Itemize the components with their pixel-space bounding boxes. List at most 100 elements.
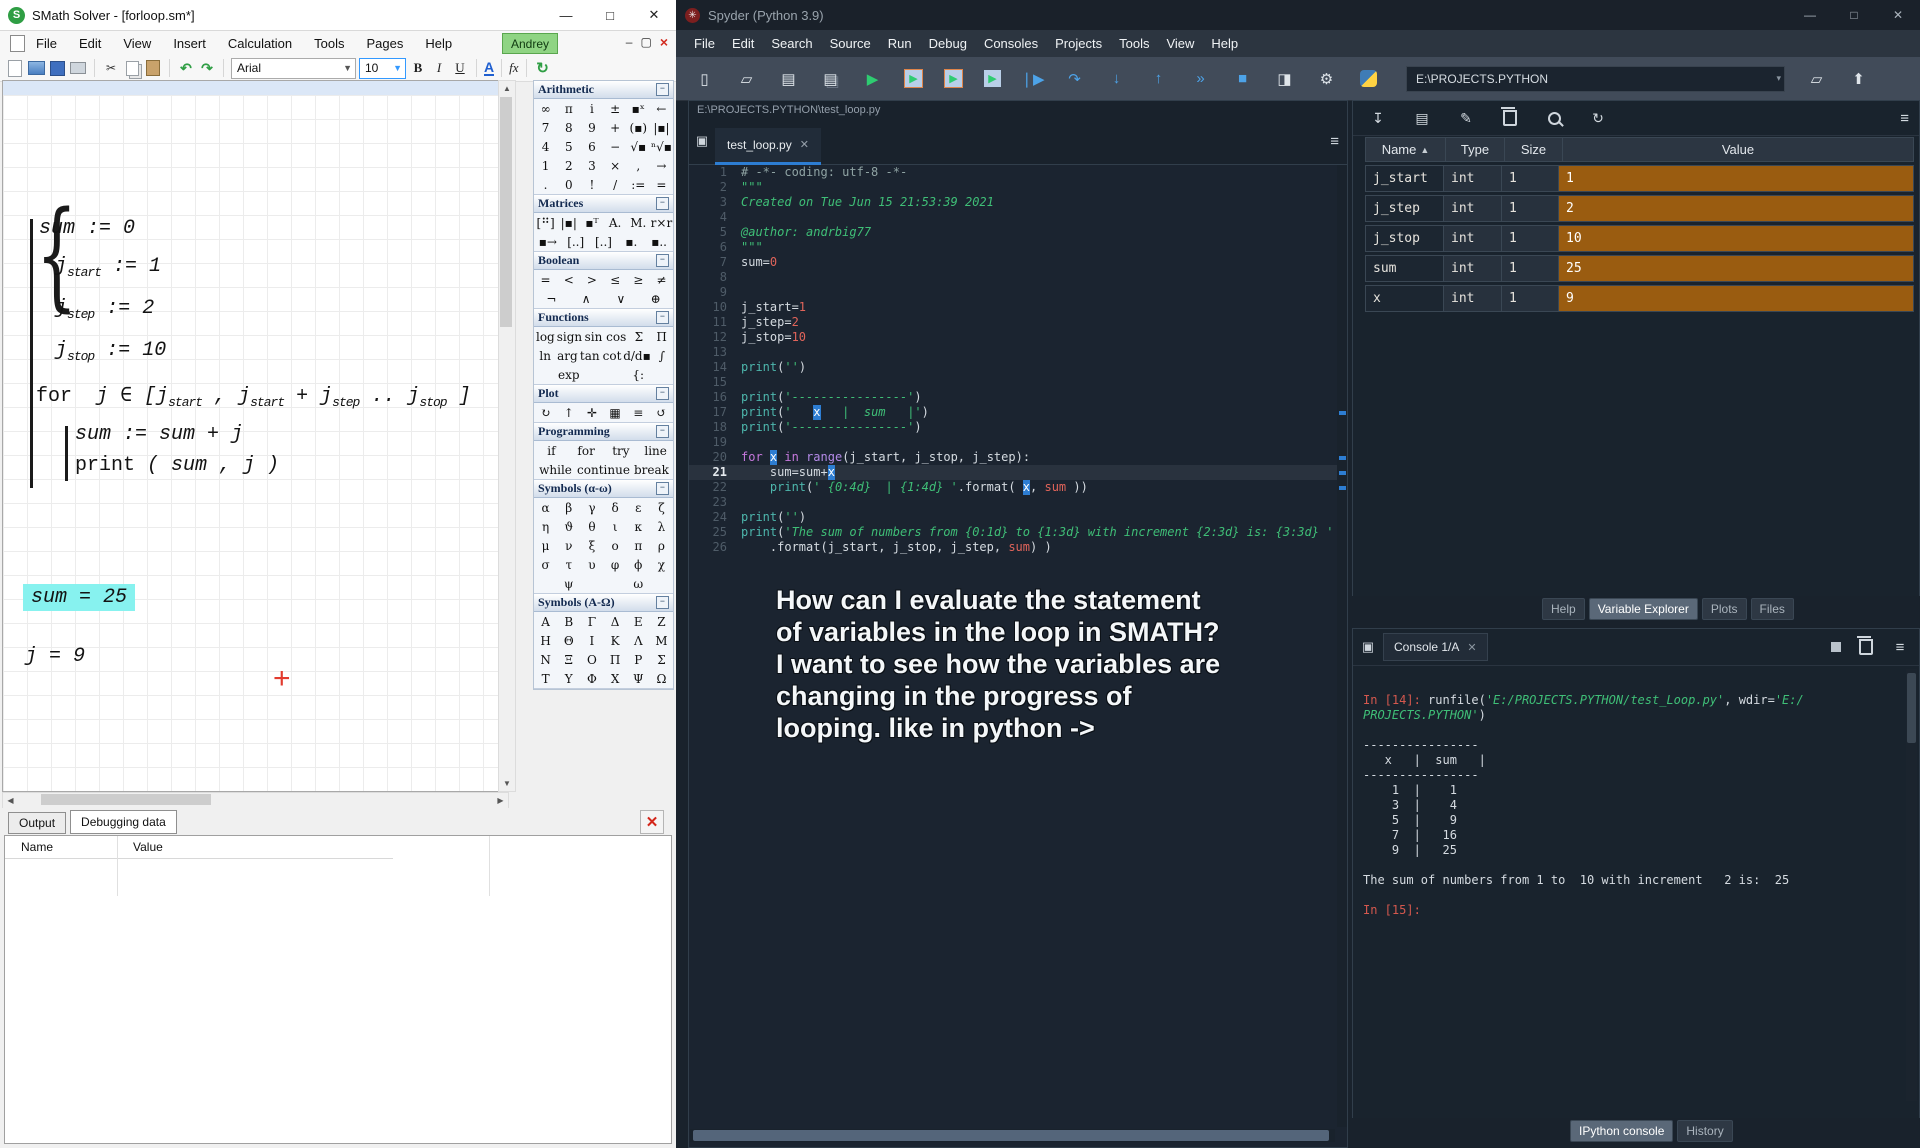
palette-symbol-continue[interactable]: continue (577, 460, 630, 479)
browse-directory-icon[interactable]: ▱ (1806, 68, 1827, 89)
palette-symbol-[interactable]: ζ (650, 498, 673, 517)
save-data-as-icon[interactable]: ✎ (1457, 109, 1475, 127)
variable-type[interactable]: int (1444, 225, 1502, 252)
save-icon[interactable]: ▤ (778, 68, 799, 89)
smath-menu-file[interactable]: File (36, 36, 57, 51)
palette-symbol-[interactable]: α (534, 498, 557, 517)
new-file-icon[interactable] (6, 59, 24, 77)
variable-row-sum[interactable]: sumint125 (1365, 255, 1914, 282)
palette-symbol-tan[interactable]: tan (579, 346, 601, 365)
variable-name[interactable]: j_stop (1365, 225, 1444, 252)
collapse-section-icon[interactable]: − (656, 83, 669, 96)
palette-symbol-[interactable]: ω (604, 574, 674, 593)
font-size-select[interactable]: 10 ▼ (359, 58, 406, 79)
palette-symbol-[interactable]: Ρ (627, 650, 650, 669)
palette-symbol-line[interactable]: line (638, 441, 673, 460)
collapse-section-icon[interactable]: − (656, 311, 669, 324)
tab-output[interactable]: Output (8, 812, 66, 834)
bold-button[interactable]: B (409, 60, 427, 76)
palette-symbol-[interactable]: Π (604, 650, 627, 669)
palette-symbol-[interactable]: Φ (580, 669, 603, 688)
palette-symbol-[interactable]: → (650, 156, 673, 175)
open-file-icon[interactable] (27, 59, 45, 77)
palette-symbol-[interactable]: Μ (650, 631, 673, 650)
stop-debug-icon[interactable]: ■ (1232, 68, 1253, 89)
import-data-icon[interactable]: ↧ (1369, 109, 1387, 127)
canvas-horizontal-scrollbar[interactable]: ◀ ▶ (2, 792, 509, 809)
palette-symbol-[interactable]: δ (604, 498, 627, 517)
palette-symbol-[interactable]: < (557, 270, 580, 289)
math-j-step[interactable]: jstep := 2 (55, 297, 154, 322)
editor-hscroll-thumb[interactable] (693, 1130, 1329, 1141)
code-line-2[interactable]: 2""" (689, 180, 1337, 195)
code-line-1[interactable]: 1# -*- coding: utf-8 -*- (689, 165, 1337, 180)
palette-symbol-[interactable]: ϑ (557, 517, 580, 536)
print-icon[interactable] (69, 59, 87, 77)
save-icon[interactable] (48, 59, 66, 77)
palette-symbol-[interactable]: [⠛] (534, 213, 557, 232)
palette-symbol-8[interactable]: 8 (557, 118, 580, 137)
palette-symbol-m[interactable]: M. (627, 213, 650, 232)
smath-worksheet-canvas[interactable]: { sum := 0jstart := 1jstep := 2jstop := … (2, 80, 499, 792)
palette-symbol-[interactable]: ↑ (557, 403, 580, 422)
palette-symbol-[interactable]: ± (604, 99, 627, 118)
horizontal-scroll-thumb[interactable] (41, 794, 211, 805)
code-line-14[interactable]: 14print('') (689, 360, 1337, 375)
tab-console-1a[interactable]: Console 1/A ✕ (1383, 633, 1488, 661)
save-all-icon[interactable]: ▤ (820, 68, 841, 89)
palette-symbol-[interactable]: ⁿ√▪ (650, 137, 673, 156)
tab-ipython-console[interactable]: IPython console (1570, 1120, 1673, 1142)
palette-symbol-d-d[interactable]: d/d▪ (623, 346, 651, 365)
run-cell-icon[interactable]: ▶ (904, 69, 923, 88)
smath-menu-pages[interactable]: Pages (367, 36, 404, 51)
recalculate-icon[interactable]: ↻ (534, 59, 552, 77)
code-line-11[interactable]: 11j_step=2 (689, 315, 1337, 330)
console-scroll-thumb[interactable] (1907, 673, 1916, 743)
spyder-menu-view[interactable]: View (1166, 36, 1194, 51)
palette-symbol-[interactable]: λ (650, 517, 673, 536)
variable-value[interactable]: 1 (1559, 165, 1914, 192)
palette-symbol-[interactable]: > (580, 270, 603, 289)
collapse-section-icon[interactable]: − (656, 254, 669, 267)
variable-size[interactable]: 1 (1502, 225, 1559, 252)
console-scrollbar[interactable] (1906, 669, 1917, 1101)
smath-maximize-icon[interactable]: □ (588, 0, 632, 30)
column-size[interactable]: Size (1505, 138, 1563, 161)
palette-symbol-[interactable]: ∧ (569, 289, 604, 308)
working-directory-input[interactable]: E:\PROJECTS.PYTHON ▾ (1406, 66, 1785, 92)
code-line-18[interactable]: 18print('----------------') (689, 420, 1337, 435)
run-selection-icon[interactable]: ▶ (984, 70, 1001, 87)
palette-symbol-[interactable]: β (557, 498, 580, 517)
palette-symbol-[interactable]: ▦ (604, 403, 627, 422)
palette-symbol-[interactable]: Ζ (650, 612, 673, 631)
variable-value[interactable]: 9 (1559, 285, 1914, 312)
variable-size[interactable]: 1 (1502, 165, 1559, 192)
spyder-menu-help[interactable]: Help (1211, 36, 1238, 51)
variable-size[interactable]: 1 (1502, 255, 1559, 282)
palette-symbol-[interactable]: ▪ˣ (627, 99, 650, 118)
undo-icon[interactable]: ↶ (177, 59, 195, 77)
code-line-8[interactable]: 8 (689, 270, 1337, 285)
debug-file-icon[interactable]: ❘▶ (1022, 68, 1043, 89)
spyder-menu-debug[interactable]: Debug (929, 36, 967, 51)
palette-symbol-[interactable]: σ (534, 555, 557, 574)
console-pane-icon[interactable]: ▣ (1353, 639, 1383, 655)
palette-symbol-[interactable]: Χ (604, 669, 627, 688)
code-line-25[interactable]: 25print('The sum of numbers from {0:1d} … (689, 525, 1337, 540)
spyder-menu-tools[interactable]: Tools (1119, 36, 1149, 51)
code-line-12[interactable]: 12j_stop=10 (689, 330, 1337, 345)
variable-type[interactable]: int (1444, 165, 1502, 192)
close-panel-icon[interactable]: ✕ (640, 810, 664, 834)
palette-symbol-while[interactable]: while (534, 460, 577, 479)
spyder-maximize-icon[interactable]: □ (1832, 0, 1876, 30)
palette-symbol-[interactable]: := (627, 175, 650, 194)
code-line-9[interactable]: 9 (689, 285, 1337, 300)
palette-symbol-i[interactable]: i (580, 99, 603, 118)
spyder-minimize-icon[interactable]: — (1788, 0, 1832, 30)
canvas-vertical-scrollbar[interactable]: ▲ ▼ (498, 80, 516, 792)
variable-explorer-options-icon[interactable]: ≡ (1900, 110, 1909, 127)
variable-name[interactable]: sum (1365, 255, 1444, 282)
copy-icon[interactable] (123, 59, 141, 77)
palette-symbol-[interactable]: φ (604, 555, 627, 574)
column-type[interactable]: Type (1446, 138, 1505, 161)
